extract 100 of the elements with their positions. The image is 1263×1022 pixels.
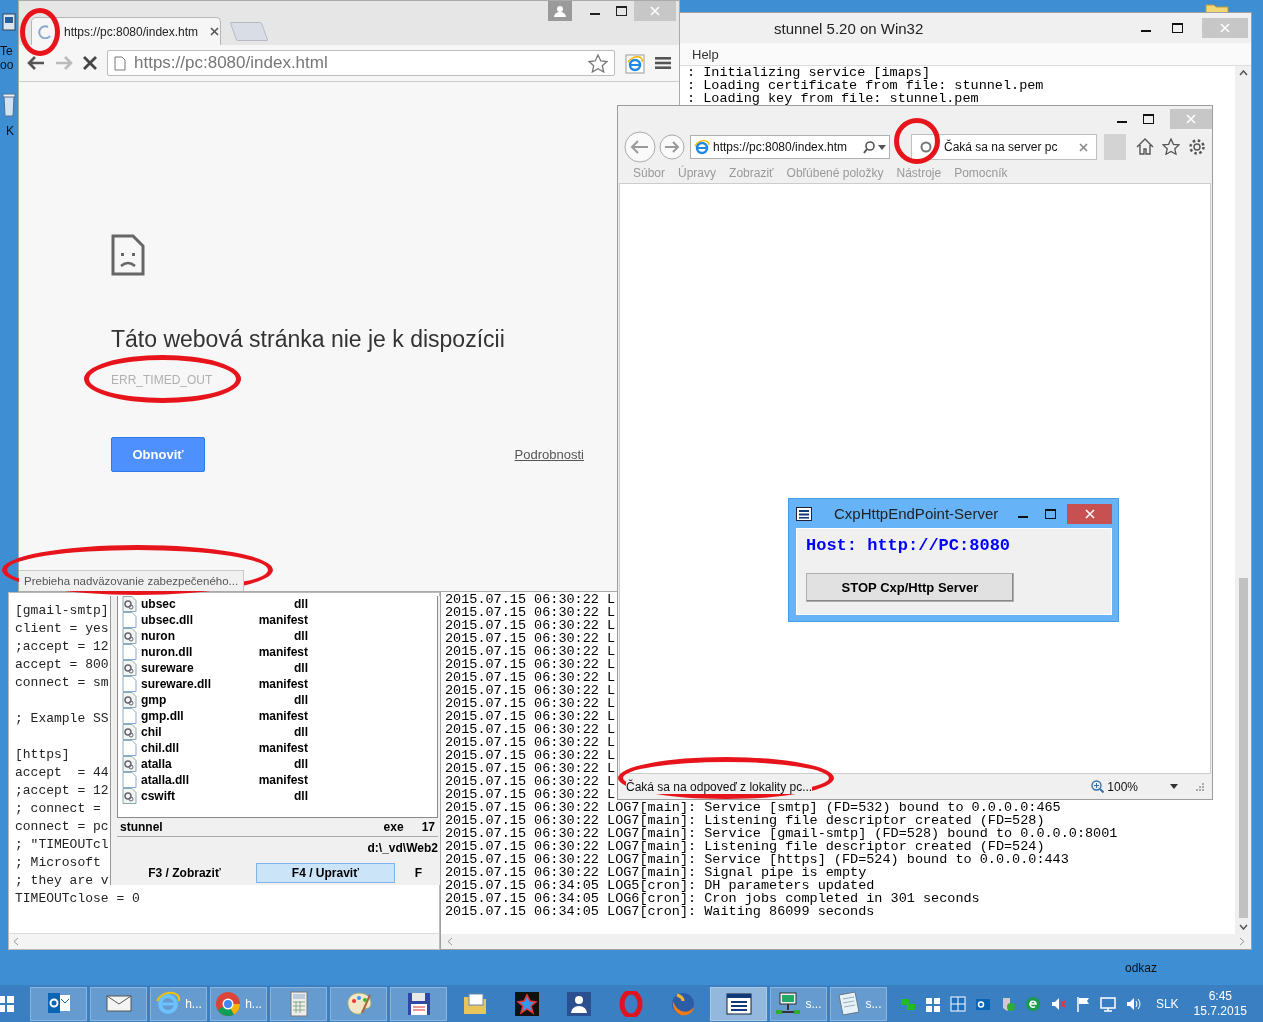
file-extension: dll <box>293 725 308 739</box>
blank-file-icon <box>122 708 137 724</box>
scroll-left-icon[interactable] <box>447 937 453 946</box>
file-extension: dll <box>293 693 308 707</box>
zoom-icon[interactable] <box>1091 780 1105 793</box>
back-button-icon[interactable] <box>624 131 656 163</box>
scroll-down-icon[interactable] <box>1238 924 1248 930</box>
menu-item[interactable]: Help <box>692 46 719 62</box>
log-line: 2015.07.15 06:34:05 LOG5[cron]: DH parameters updated <box>445 879 875 892</box>
code-line: ; Microsoft <box>15 854 101 872</box>
file-extension: manifest <box>257 613 308 627</box>
file-name[interactable]: sureware.dll <box>141 677 253 691</box>
monitor-icon[interactable] <box>1099 995 1116 1012</box>
log-line: 2015.07.15 06:30:22 L <box>445 788 616 801</box>
windows-logo-icon[interactable] <box>0 995 14 1012</box>
address-bar[interactable]: https://pc:8080/index.html <box>107 50 615 76</box>
scroll-left-icon[interactable] <box>13 937 19 946</box>
address-bar[interactable]: https://pc:8080/index.htm <box>690 135 890 159</box>
taskbar-button[interactable] <box>30 986 87 1021</box>
file-extension: manifest <box>257 773 308 787</box>
maximize-icon[interactable] <box>1045 508 1056 519</box>
stop-icon[interactable] <box>83 56 97 70</box>
file-name[interactable]: ubsec <box>141 597 253 611</box>
code-line: connect = sm <box>15 674 109 692</box>
file-name[interactable]: nuron.dll <box>141 645 253 659</box>
log-line: 2015.07.15 06:30:22 L <box>445 658 616 671</box>
file-name[interactable]: gmp.dll <box>141 709 253 723</box>
file-name[interactable]: nuron <box>141 629 253 643</box>
browser-tab[interactable]: Čaká sa na server pc <box>911 134 1097 160</box>
file-name[interactable]: chil.dll <box>141 741 253 755</box>
language-indicator[interactable]: SLK <box>1155 996 1179 1011</box>
maximize-icon[interactable] <box>1172 23 1183 33</box>
error-code: ERR_TIMED_OUT <box>111 373 213 387</box>
log-line: 2015.07.15 06:30:22 LOG7[main]: Service [gmail-smtp] (FD=528) bound to 0.0.0.0:8001 <box>445 827 1118 840</box>
notepad-icon <box>835 990 862 1017</box>
file-name[interactable]: atalla.dll <box>141 773 253 787</box>
code-line: accept = 44 <box>15 764 109 782</box>
scroll-right-icon[interactable] <box>1239 937 1245 946</box>
file-name[interactable]: ubsec.dll <box>141 613 253 627</box>
code-line: ;accept = 12 <box>15 782 109 800</box>
settings-icon[interactable] <box>1188 138 1206 156</box>
star-icon[interactable] <box>1162 138 1180 155</box>
close-button[interactable] <box>1067 503 1112 524</box>
clock[interactable]: 6:45 15.7.2015 <box>1193 988 1247 1019</box>
e-circle-icon[interactable] <box>1024 995 1041 1012</box>
file-name[interactable]: atalla <box>141 757 253 771</box>
log-line: 2015.07.15 06:30:22 L <box>445 619 616 632</box>
caret-icon[interactable] <box>878 144 886 150</box>
desktop-icon-label: oo <box>0 58 14 72</box>
forward-button-icon[interactable] <box>659 134 685 160</box>
profile-button[interactable] <box>548 1 572 21</box>
recycle-bin-icon[interactable] <box>2 92 16 118</box>
details-link[interactable]: Podrobnosti <box>514 447 584 462</box>
menu-icon[interactable] <box>655 56 671 70</box>
caret-icon[interactable] <box>1170 784 1178 789</box>
taskbar-button[interactable] <box>390 986 447 1021</box>
gear-file-icon <box>122 788 137 804</box>
scrollbar-thumb[interactable] <box>1238 578 1248 918</box>
code-line: ; they are v <box>15 872 109 890</box>
maximize-icon[interactable] <box>1143 113 1154 124</box>
log-line: : Initializing service [imaps] <box>687 66 931 79</box>
log-line: 2015.07.15 06:30:22 L <box>445 632 616 645</box>
code-line: connect = pc <box>15 818 109 836</box>
flag-icon[interactable] <box>1074 995 1091 1012</box>
taskbar-button[interactable] <box>710 986 767 1021</box>
close-icon[interactable] <box>210 27 220 36</box>
function-key-button[interactable]: F3 / Zobraziť <box>117 863 252 883</box>
ie-tab-icon[interactable] <box>625 52 645 74</box>
annotation-ellipse <box>20 8 60 56</box>
back-arrow-icon[interactable] <box>27 56 45 70</box>
loading-spinner-icon <box>38 24 52 39</box>
window-icon <box>725 990 752 1017</box>
page-icon <box>114 55 126 71</box>
file-extension: manifest <box>257 677 308 691</box>
log-line: 2015.07.15 06:30:22 L <box>445 671 616 684</box>
close-icon[interactable] <box>1079 142 1088 152</box>
search-icon[interactable] <box>863 140 875 154</box>
file-name[interactable]: sureware <box>141 661 253 675</box>
zoom-level[interactable]: 100% <box>1107 779 1138 794</box>
window-title: CxpHttpEndPoint-Server <box>834 505 1000 522</box>
function-key-button[interactable]: F4 / Upraviť <box>255 863 395 883</box>
error-title: Táto webová stránka nie je k dispozícii <box>111 326 505 353</box>
file-name[interactable]: chil <box>141 725 253 739</box>
windows-logo-icon[interactable] <box>924 995 941 1012</box>
home-icon[interactable] <box>1136 138 1154 155</box>
clock-date: 15.7.2015 <box>1193 1003 1247 1019</box>
file-extension: manifest <box>257 709 308 723</box>
file-name[interactable]: gmp <box>141 693 253 707</box>
function-key-button[interactable]: F <box>398 863 438 883</box>
sad-page-icon <box>111 234 145 276</box>
stop-server-button[interactable]: STOP Cxp/Http Server <box>806 573 1014 602</box>
program-icon[interactable] <box>2 12 16 34</box>
scroll-up-icon[interactable] <box>1238 70 1248 76</box>
grid-app-icon[interactable] <box>949 995 966 1012</box>
browser-tab[interactable]: https://pc:8080/index.htm <box>31 17 221 45</box>
log-line: 2015.07.15 06:30:22 L <box>445 697 616 710</box>
scrollbar[interactable] <box>1235 66 1251 934</box>
file-name[interactable]: cswift <box>141 789 253 803</box>
maximize-icon[interactable] <box>615 6 627 16</box>
star-icon[interactable] <box>588 53 608 73</box>
